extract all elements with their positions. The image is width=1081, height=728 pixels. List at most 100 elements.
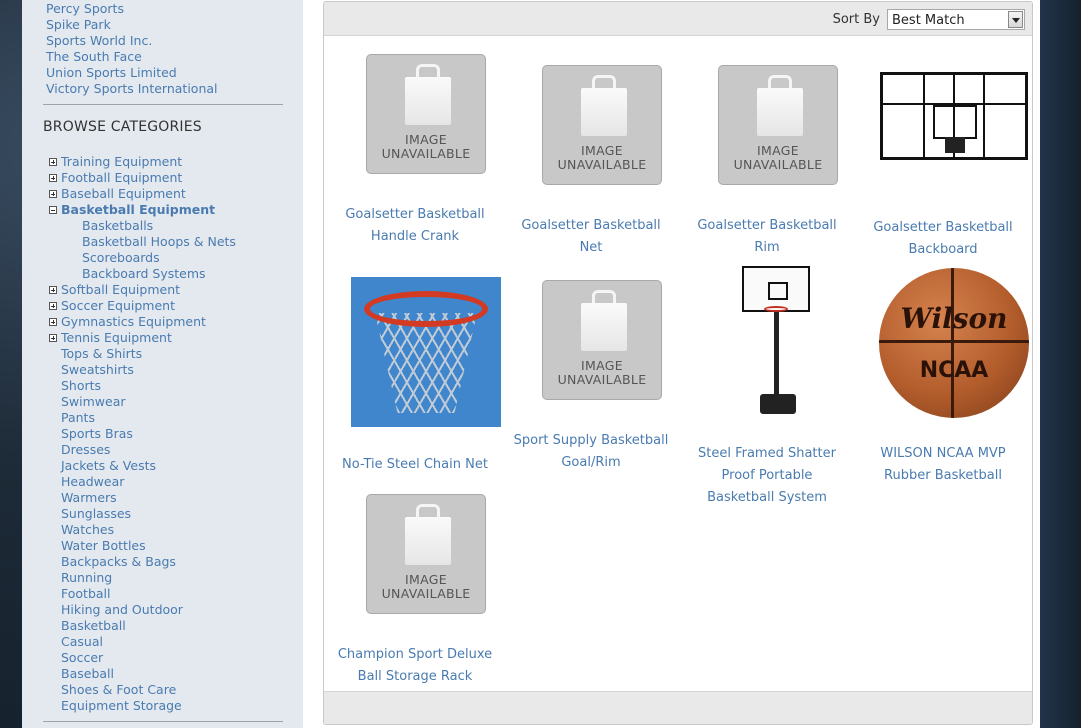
expand-icon[interactable]: [49, 158, 57, 166]
category-link[interactable]: Sunglasses: [49, 506, 236, 522]
product-name-link[interactable]: Goalsetter Basketball Rim: [687, 215, 847, 259]
image-unavailable-placeholder: IMAGE UNAVAILABLE: [366, 494, 486, 614]
brand-link[interactable]: Percy Sports: [46, 1, 218, 17]
sort-selected-value: Best Match: [892, 13, 965, 28]
chevron-down-icon[interactable]: [1008, 11, 1023, 28]
product-image[interactable]: Wilson NCAA: [879, 268, 1029, 418]
category-link[interactable]: Football Equipment: [49, 170, 236, 186]
category-link[interactable]: Jackets & Vests: [49, 458, 236, 474]
category-link[interactable]: Shorts: [49, 378, 236, 394]
category-link[interactable]: Running: [49, 570, 236, 586]
category-link[interactable]: Swimwear: [49, 394, 236, 410]
collapse-icon[interactable]: [49, 206, 57, 214]
brand-link[interactable]: Victory Sports International: [46, 81, 218, 97]
category-link[interactable]: Tops & Shirts: [49, 346, 236, 362]
product-name-link[interactable]: Sport Supply Basketball Goal/Rim: [511, 430, 671, 474]
category-link[interactable]: Basketball Equipment: [49, 202, 236, 218]
image-unavailable-text: IMAGE UNAVAILABLE: [557, 358, 647, 387]
category-link[interactable]: Backpacks & Bags: [49, 554, 236, 570]
image-unavailable-placeholder: IMAGE UNAVAILABLE: [366, 54, 486, 174]
category-label: Training Equipment: [61, 154, 183, 169]
subcategory-link[interactable]: Scoreboards: [49, 250, 236, 266]
category-link[interactable]: Hiking and Outdoor: [49, 602, 236, 618]
category-link[interactable]: Sweatshirts: [49, 362, 236, 378]
brand-list: Percy Sports Spike Park Sports World Inc…: [46, 1, 218, 97]
category-link[interactable]: Sports Bras: [49, 426, 236, 442]
product-image[interactable]: [351, 277, 501, 427]
product-image[interactable]: IMAGE UNAVAILABLE: [718, 65, 838, 185]
subcategory-link[interactable]: Backboard Systems: [49, 266, 236, 282]
category-label: Football: [61, 586, 111, 601]
product-name-link[interactable]: WILSON NCAA MVP Rubber Basketball: [863, 443, 1023, 487]
category-link[interactable]: Football: [49, 586, 236, 602]
category-label: Running: [61, 570, 113, 585]
category-link[interactable]: Baseball: [49, 666, 236, 682]
category-link[interactable]: Tennis Equipment: [49, 330, 236, 346]
expand-icon[interactable]: [49, 174, 57, 182]
category-label: Football Equipment: [61, 170, 183, 185]
brand-link[interactable]: Union Sports Limited: [46, 65, 218, 81]
sort-bar: Sort By Best Match: [324, 2, 1032, 36]
bag-icon: [581, 303, 627, 351]
sidebar-divider: [43, 104, 283, 105]
category-link[interactable]: Pants: [49, 410, 236, 426]
category-label: Water Bottles: [61, 538, 146, 553]
category-link[interactable]: Soccer Equipment: [49, 298, 236, 314]
product-results: Sort By Best Match IMAGE UNAVAILABLE Goal…: [323, 1, 1033, 725]
category-link[interactable]: Training Equipment: [49, 154, 236, 170]
product-image[interactable]: [880, 72, 1028, 160]
expand-icon[interactable]: [49, 318, 57, 326]
category-label: Headwear: [61, 474, 125, 489]
category-label: Tennis Equipment: [61, 330, 172, 345]
footer-bar: [324, 691, 1032, 724]
product-name-link[interactable]: Champion Sport Deluxe Ball Storage Rack: [335, 644, 495, 688]
brand-link[interactable]: The South Face: [46, 49, 218, 65]
product-image[interactable]: [738, 266, 818, 421]
expand-icon[interactable]: [49, 334, 57, 342]
product-name-link[interactable]: Goalsetter Basketball Net: [511, 215, 671, 259]
product-name-link[interactable]: Steel Framed Shatter Proof Portable Bask…: [687, 443, 847, 509]
sort-select[interactable]: Best Match: [887, 9, 1025, 30]
category-link[interactable]: Dresses: [49, 442, 236, 458]
category-label: Warmers: [61, 490, 117, 505]
browse-categories-heading: BROWSE CATEGORIES: [43, 119, 202, 135]
category-label: Soccer Equipment: [61, 298, 175, 313]
category-link[interactable]: Gymnastics Equipment: [49, 314, 236, 330]
category-label: Gymnastics Equipment: [61, 314, 206, 329]
product-name-link[interactable]: No-Tie Steel Chain Net: [335, 454, 495, 476]
product-image[interactable]: IMAGE UNAVAILABLE: [542, 280, 662, 400]
category-link[interactable]: Warmers: [49, 490, 236, 506]
product-name-link[interactable]: Goalsetter Basketball Backboard: [863, 217, 1023, 261]
category-link[interactable]: Basketball: [49, 618, 236, 634]
product-image[interactable]: IMAGE UNAVAILABLE: [366, 494, 486, 614]
product-image[interactable]: IMAGE UNAVAILABLE: [366, 54, 486, 174]
category-link[interactable]: Equipment Storage: [49, 698, 236, 714]
brand-link[interactable]: Sports World Inc.: [46, 33, 218, 49]
image-unavailable-placeholder: IMAGE UNAVAILABLE: [542, 280, 662, 400]
category-link[interactable]: Soccer: [49, 650, 236, 666]
product-image[interactable]: IMAGE UNAVAILABLE: [542, 65, 662, 185]
category-link[interactable]: Watches: [49, 522, 236, 538]
image-unavailable-text: IMAGE UNAVAILABLE: [381, 572, 471, 601]
category-label: Soccer: [61, 650, 104, 665]
category-label: Watches: [61, 522, 115, 537]
expand-icon[interactable]: [49, 302, 57, 310]
basketball-photo: Wilson NCAA: [879, 268, 1029, 418]
category-link[interactable]: Softball Equipment: [49, 282, 236, 298]
category-link[interactable]: Shoes & Foot Care: [49, 682, 236, 698]
category-link[interactable]: Baseball Equipment: [49, 186, 236, 202]
category-label: Basketball Equipment: [61, 202, 216, 217]
expand-icon[interactable]: [49, 286, 57, 294]
brand-link[interactable]: Spike Park: [46, 17, 218, 33]
expand-icon[interactable]: [49, 190, 57, 198]
subcategory-link[interactable]: Basketball Hoops & Nets: [49, 234, 236, 250]
category-label: Tops & Shirts: [61, 346, 143, 361]
category-link[interactable]: Water Bottles: [49, 538, 236, 554]
page: Percy Sports Spike Park Sports World Inc…: [22, 0, 1040, 728]
category-link[interactable]: Headwear: [49, 474, 236, 490]
subcategory-link[interactable]: Basketballs: [49, 218, 236, 234]
category-label: Basketball: [61, 618, 126, 633]
image-unavailable-placeholder: IMAGE UNAVAILABLE: [542, 65, 662, 185]
product-name-link[interactable]: Goalsetter Basketball Handle Crank: [335, 204, 495, 248]
category-link[interactable]: Casual: [49, 634, 236, 650]
